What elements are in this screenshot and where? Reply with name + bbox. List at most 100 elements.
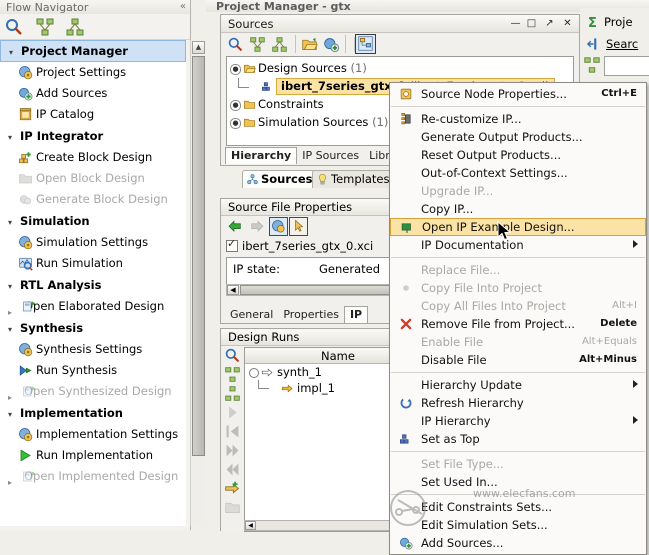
flow-navigator-scrollbar[interactable]: ▲: [190, 40, 206, 526]
maximize-icon[interactable]: □: [525, 17, 538, 30]
expand-tree-icon[interactable]: [65, 17, 87, 37]
add-sources-icon: [399, 536, 413, 550]
scrollbar-thumb[interactable]: [192, 56, 205, 456]
flow-group-synthesis[interactable]: ▾Synthesis: [0, 317, 186, 339]
close-icon[interactable]: ✕: [561, 17, 574, 30]
menu-item-add-sources[interactable]: Add Sources...: [390, 534, 646, 552]
menu-item-open-ip-example-design[interactable]: Open IP Example Design...: [390, 218, 646, 236]
flow-navigator-list[interactable]: ▾Project ManagerProject SettingsAdd Sour…: [0, 40, 186, 526]
tab-general[interactable]: General: [225, 307, 278, 323]
row-expander-icon[interactable]: [249, 368, 259, 378]
back-arrow-icon[interactable]: [227, 219, 244, 238]
tree-expander-icon[interactable]: ●: [230, 64, 241, 75]
menu-item-out-of-context-settings[interactable]: Out-of-Context Settings...: [390, 164, 646, 182]
add-sources-icon[interactable]: [323, 36, 340, 53]
sources-panel-header: Sources — □ ↗ ✕: [221, 15, 579, 33]
chevron-right-icon[interactable]: ▸: [8, 387, 12, 408]
add-run-icon[interactable]: [224, 480, 241, 497]
source-file-properties-filename-row[interactable]: ✓ ibert_7series_gtx_0.xci: [226, 239, 373, 253]
right-strip-input[interactable]: [604, 56, 649, 76]
menu-item-refresh-hierarchy[interactable]: Refresh Hierarchy: [390, 394, 646, 412]
menu-item-copy-file-into-project: Copy File Into Project: [390, 279, 646, 297]
properties-icon[interactable]: [271, 219, 286, 237]
tree-node-label: Constraints: [258, 97, 324, 111]
menu-item-remove-file-from-project[interactable]: Remove File from Project...Delete: [390, 315, 646, 333]
flow-item-label: Implementation Settings: [36, 427, 178, 441]
tab-ip-sources[interactable]: IP Sources: [297, 148, 364, 164]
tree-node[interactable]: ● Design Sources (1): [227, 60, 573, 77]
menu-item-hierarchy-update[interactable]: Hierarchy Update: [390, 376, 646, 394]
expand-all-icon[interactable]: [271, 36, 288, 53]
tree-node-label-wrap[interactable]: Constraints: [258, 96, 324, 113]
flow-group-implementation[interactable]: ▾Implementation: [0, 402, 186, 424]
project-summary-button[interactable]: Σ Proje: [586, 14, 633, 31]
source-file-name: ibert_7series_gtx_0.xci: [242, 239, 373, 253]
mouse-cursor: [497, 221, 513, 246]
flow-item-run-simulation[interactable]: Run Simulation: [0, 253, 186, 274]
menu-item-re-customize-ip[interactable]: Re-customize IP...: [390, 110, 646, 128]
tree-node-label: ibert_7series_gtx_0: [281, 79, 405, 93]
tab-ip[interactable]: IP: [344, 306, 368, 323]
menu-item-ip-hierarchy[interactable]: IP Hierarchy: [390, 412, 646, 430]
menu-item-label: Set File Type...: [421, 457, 504, 471]
menu-item-disable-file[interactable]: Disable FileAlt+Minus: [390, 351, 646, 369]
tab-sources[interactable]: Sources: [242, 170, 320, 188]
float-icon[interactable]: ↗: [543, 17, 556, 30]
flow-item-project-settings[interactable]: Project Settings: [0, 62, 186, 83]
collapse-icon[interactable]: «: [180, 1, 186, 12]
hierarchy-view-icon[interactable]: [357, 35, 374, 52]
tab-templates[interactable]: Templates: [312, 170, 396, 188]
chevron-right-icon[interactable]: ▸: [8, 302, 12, 323]
open-file-icon[interactable]: [301, 36, 318, 53]
flow-group-ip-integrator[interactable]: ▾IP Integrator: [0, 125, 186, 147]
menu-item-ip-documentation[interactable]: IP Documentation: [390, 236, 646, 254]
collapse-all-icon[interactable]: [224, 366, 241, 383]
tree-node-label-wrap[interactable]: Simulation Sources (1): [258, 114, 388, 131]
collapse-tree-icon[interactable]: [35, 17, 57, 37]
menu-item-replace-file: Replace File...: [390, 261, 646, 279]
flow-item-add-sources[interactable]: Add Sources: [0, 83, 186, 104]
flow-item-open-elaborated-design[interactable]: ▸Open Elaborated Design: [0, 296, 186, 317]
expand-all-icon[interactable]: [224, 385, 241, 402]
impl-run-icon: [281, 382, 294, 399]
source-file-properties-tabs[interactable]: GeneralPropertiesIP: [225, 306, 368, 322]
flow-group-rtl-analysis[interactable]: ▾RTL Analysis: [0, 274, 186, 296]
search-panel-button[interactable]: Searc: [586, 35, 638, 53]
flow-item-run-implementation[interactable]: Run Implementation: [0, 445, 186, 466]
flow-item-implementation-settings[interactable]: Implementation Settings: [0, 424, 186, 445]
flow-item-run-synthesis[interactable]: Run Synthesis: [0, 360, 186, 381]
tab-properties[interactable]: Properties: [278, 307, 344, 323]
tree-expander-icon[interactable]: ●: [230, 100, 241, 111]
select-icon[interactable]: [292, 219, 306, 236]
minimize-icon[interactable]: —: [509, 17, 522, 30]
menu-item-generate-output-products[interactable]: Generate Output Products...: [390, 128, 646, 146]
source-context-menu[interactable]: Source Node Properties...Ctrl+E Re-custom…: [389, 82, 647, 555]
chevron-right-icon[interactable]: ▸: [8, 472, 12, 493]
scroll-up-icon[interactable]: ▲: [192, 41, 205, 54]
flow-item-label: Create Block Design: [36, 150, 152, 164]
flow-item-simulation-settings[interactable]: Simulation Settings: [0, 232, 186, 253]
design-runs-title: Design Runs: [228, 330, 299, 344]
collapse-all-icon[interactable]: [249, 36, 266, 53]
menu-item-reset-output-products[interactable]: Reset Output Products...: [390, 146, 646, 164]
menu-item-set-as-top[interactable]: Set as Top: [390, 430, 646, 448]
menu-item-source-node-properties[interactable]: Source Node Properties...Ctrl+E: [390, 85, 646, 103]
tree-node-label-wrap[interactable]: Design Sources (1): [258, 60, 367, 77]
flow-group-simulation[interactable]: ▾Simulation: [0, 210, 186, 232]
flow-item-open-block-design: Open Block Design: [0, 168, 186, 189]
scroll-left-icon[interactable]: ◀: [227, 285, 239, 295]
flow-item-ip-catalog[interactable]: IP Catalog: [0, 104, 186, 125]
menu-item-label: Upgrade IP...: [421, 184, 493, 198]
search-icon[interactable]: [4, 17, 26, 37]
tab-hierarchy[interactable]: Hierarchy: [225, 147, 297, 164]
flow-group-project-manager[interactable]: ▾Project Manager: [0, 40, 186, 62]
flow-item-create-block-design[interactable]: Create Block Design: [0, 147, 186, 168]
search-icon[interactable]: [224, 347, 241, 364]
scroll-left-icon[interactable]: ◀: [245, 521, 256, 530]
flow-item-synthesis-settings[interactable]: Synthesis Settings: [0, 339, 186, 360]
tree-expander-icon[interactable]: ●: [230, 118, 241, 129]
search-icon[interactable]: [227, 36, 244, 53]
collapse-tree-icon[interactable]: [583, 56, 601, 74]
menu-item-copy-ip[interactable]: Copy IP...: [390, 200, 646, 218]
templates-icon: [316, 173, 329, 190]
